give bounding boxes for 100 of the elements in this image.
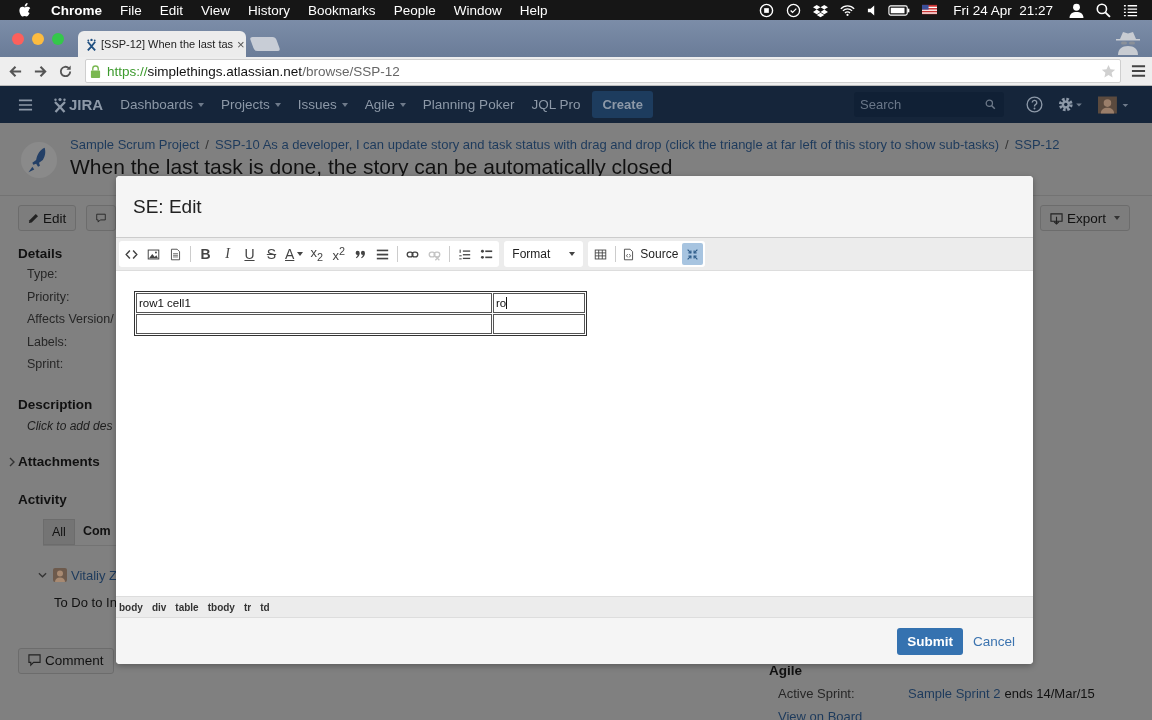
- apple-icon[interactable]: [18, 2, 31, 18]
- format-dropdown[interactable]: Format: [506, 243, 582, 265]
- nav-menu-item[interactable]: Issues: [297, 97, 348, 112]
- submit-button[interactable]: Submit: [897, 627, 963, 655]
- section-heading: Details: [18, 245, 63, 263]
- activity-tab[interactable]: Com: [74, 518, 119, 545]
- dialog-title: SE: Edit: [133, 195, 202, 218]
- menu-item[interactable]: Help: [519, 2, 548, 18]
- speech-bubble-icon: [96, 211, 107, 225]
- cancel-link[interactable]: Cancel: [972, 633, 1015, 649]
- sprint-end-date: ends 14/Mar/15: [1004, 686, 1095, 701]
- bold-button[interactable]: B: [195, 243, 216, 265]
- nav-menu-item[interactable]: Dashboards: [120, 97, 204, 112]
- menu-icon[interactable]: [18, 97, 33, 112]
- strikethrough-button[interactable]: S: [261, 243, 282, 265]
- menu-item[interactable]: View: [201, 2, 231, 18]
- section-heading: Description: [18, 395, 93, 414]
- section-heading[interactable]: Attachments: [18, 452, 100, 471]
- description-placeholder[interactable]: Click to add des: [27, 418, 113, 433]
- field-label: Active Sprint:: [778, 686, 856, 701]
- underline-button[interactable]: U: [239, 243, 260, 265]
- bookmark-star-icon[interactable]: [1101, 63, 1116, 79]
- jira-logo-icon[interactable]: [53, 96, 67, 113]
- box-icon[interactable]: [813, 2, 829, 18]
- search-field[interactable]: Search: [854, 92, 1004, 117]
- issue-title: When the last task is done, the story can be automatically closed: [70, 155, 674, 179]
- record-icon[interactable]: [759, 2, 775, 18]
- code-icon: [125, 247, 138, 261]
- maximize-icon: [686, 247, 700, 261]
- menu-item[interactable]: History: [248, 2, 291, 18]
- table-cell[interactable]: [493, 314, 585, 334]
- field-label: Labels:: [27, 333, 68, 351]
- search-icon: [985, 99, 996, 110]
- breadcrumb-separator: /: [1004, 137, 1009, 152]
- maximize-button[interactable]: [682, 243, 704, 265]
- menu-item[interactable]: Bookmarks: [308, 2, 376, 18]
- element-path-item[interactable]: tr: [243, 601, 252, 613]
- edit-button[interactable]: Edit: [18, 205, 77, 231]
- text-color-button[interactable]: A: [283, 243, 306, 265]
- table-cell[interactable]: row1 cell1: [136, 293, 492, 313]
- bulleted-list-icon: [480, 247, 494, 261]
- comment-button[interactable]: [86, 205, 117, 231]
- incognito-icon: [1114, 29, 1142, 55]
- horizontal-rule-icon: [376, 247, 390, 261]
- browser-tab[interactable]: [SSP-12] When the last tas ×: [78, 31, 246, 57]
- lock-icon: [90, 64, 101, 78]
- app-menu[interactable]: Chrome: [51, 2, 102, 18]
- section-heading: Agile: [769, 663, 803, 679]
- italic-button[interactable]: I: [217, 243, 238, 265]
- section-heading: Activity: [18, 490, 67, 509]
- comment-button[interactable]: Comment: [18, 647, 114, 674]
- search-icon[interactable]: [1096, 2, 1111, 18]
- menu-item[interactable]: File: [120, 2, 142, 18]
- field-label: Sprint:: [27, 356, 64, 373]
- check-bubble-icon[interactable]: [786, 2, 802, 18]
- superscript-button[interactable]: x$^{2}$: [328, 243, 350, 265]
- nav-menu-item[interactable]: Planning Poker: [422, 97, 515, 112]
- element-path-item[interactable]: tbody: [207, 601, 235, 613]
- address-field[interactable]: https://simplethings.atlassian.net/browse/SSP-12: [85, 59, 1121, 83]
- chevron-icon[interactable]: [38, 571, 47, 579]
- menu-item[interactable]: Window: [453, 2, 502, 18]
- wifi-icon[interactable]: [840, 2, 856, 18]
- user-icon[interactable]: [1069, 2, 1084, 18]
- list-icon[interactable]: [1123, 2, 1138, 18]
- subscript-button[interactable]: x$_{2}$: [306, 243, 328, 265]
- help-icon[interactable]: [1026, 96, 1043, 113]
- jira-logo-icon: [86, 37, 97, 51]
- menu-icon[interactable]: [1131, 64, 1146, 78]
- menu-item[interactable]: People: [393, 2, 436, 18]
- nav-menu-item[interactable]: Agile: [364, 97, 406, 112]
- element-path-item[interactable]: td: [260, 601, 270, 613]
- user-avatar-icon: [53, 568, 67, 582]
- battery-icon[interactable]: [888, 2, 911, 18]
- reload-icon[interactable]: [58, 63, 73, 79]
- nav-menu-item[interactable]: Projects: [221, 97, 281, 112]
- rocket-avatar-icon[interactable]: [20, 141, 58, 179]
- chevron-icon[interactable]: [8, 456, 16, 467]
- export-icon: [1049, 211, 1063, 225]
- settings-icon[interactable]: [1057, 96, 1084, 113]
- back-icon[interactable]: [8, 63, 23, 79]
- tab-close-button[interactable]: ×: [237, 36, 245, 52]
- nav-menu-item[interactable]: JQL Pro: [531, 97, 581, 112]
- element-path-item[interactable]: body: [119, 601, 143, 613]
- document-icon: [622, 247, 636, 261]
- table-cell[interactable]: [136, 314, 492, 334]
- jira-logo-text[interactable]: JIRA: [69, 96, 104, 113]
- pencil-icon: [28, 212, 39, 224]
- new-tab-button[interactable]: [249, 37, 281, 51]
- export-button[interactable]: Export: [1039, 205, 1130, 231]
- field-label: Affects Version/: [27, 311, 114, 328]
- speech-bubble-icon: [28, 654, 41, 667]
- table-cell[interactable]: ro: [493, 293, 585, 313]
- create-button[interactable]: Create: [592, 91, 653, 118]
- document-icon: [169, 247, 182, 261]
- menu-item[interactable]: Edit: [159, 2, 184, 18]
- activity-tab[interactable]: All: [43, 518, 75, 545]
- forward-icon[interactable]: [33, 63, 48, 79]
- element-path-item[interactable]: table: [175, 601, 199, 613]
- clock[interactable]: Fri 24 Apr 21:27: [953, 2, 1053, 18]
- element-path-item[interactable]: div: [151, 601, 167, 613]
